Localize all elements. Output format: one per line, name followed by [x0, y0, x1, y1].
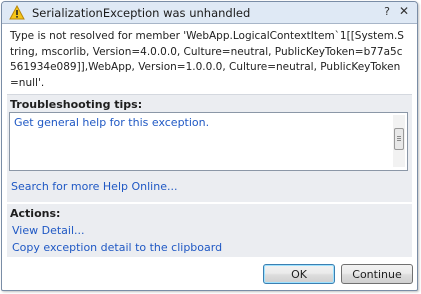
general-help-link[interactable]: Get general help for this exception.	[14, 116, 209, 129]
actions-heading: Actions:	[10, 207, 61, 220]
troubleshooting-list: Get general help for this exception.	[9, 112, 408, 171]
tips-scrollbar[interactable]	[393, 115, 405, 167]
continue-button[interactable]: Continue	[341, 264, 413, 284]
exception-dialog: SerializationException was unhandled ? ✕…	[1, 1, 418, 291]
view-detail-link[interactable]: View Detail...	[12, 224, 85, 237]
warning-icon	[9, 5, 25, 20]
scroll-thumb[interactable]	[394, 128, 404, 150]
dialog-title: SerializationException was unhandled	[32, 5, 251, 20]
title-bar[interactable]: SerializationException was unhandled ? ✕	[2, 2, 417, 24]
troubleshooting-panel: Troubleshooting tips: Get general help f…	[7, 94, 412, 202]
help-button[interactable]: ?	[384, 5, 390, 18]
thumb-grip	[397, 136, 401, 137]
search-help-online-link[interactable]: Search for more Help Online...	[11, 180, 177, 193]
copy-exception-link[interactable]: Copy exception detail to the clipboard	[12, 241, 222, 254]
exception-message: Type is not resolved for member 'WebApp.…	[10, 30, 404, 89]
actions-panel: Actions: View Detail... Copy exception d…	[7, 204, 412, 257]
ok-button[interactable]: OK	[263, 264, 335, 284]
thumb-grip	[397, 140, 401, 141]
close-button[interactable]: ✕	[399, 4, 409, 18]
thumb-grip	[397, 138, 401, 139]
troubleshooting-heading: Troubleshooting tips:	[10, 98, 143, 111]
